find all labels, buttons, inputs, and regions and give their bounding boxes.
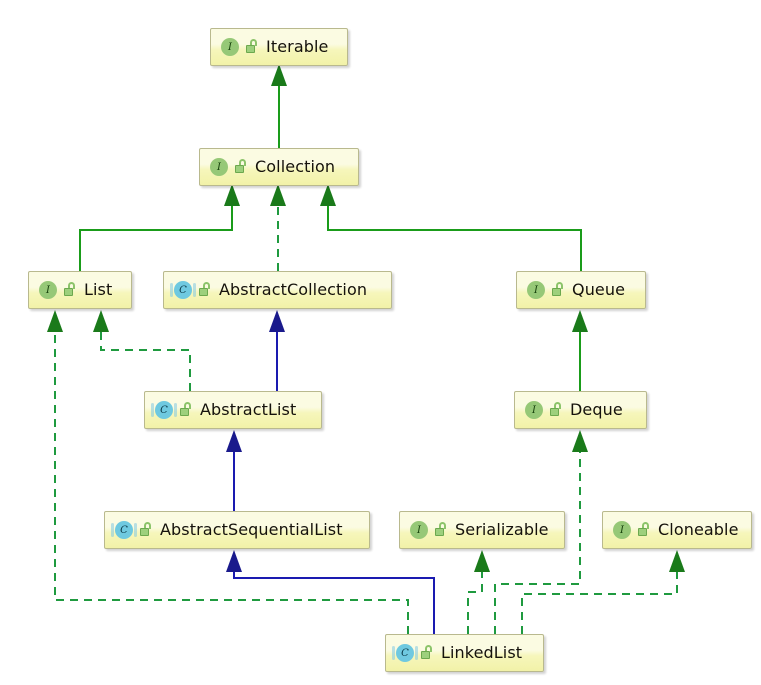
edge-deque-queue[interactable] xyxy=(572,310,588,391)
edge-linkedlist-list[interactable] xyxy=(47,310,409,634)
interface-icon: I xyxy=(526,280,546,300)
unlocked-padlock-icon xyxy=(198,282,212,298)
unlocked-padlock-icon xyxy=(63,282,77,298)
unlocked-padlock-icon xyxy=(139,522,153,538)
interface-marker: I xyxy=(525,401,543,419)
interface-marker: I xyxy=(613,521,631,539)
edge-linkedlist-cloneable[interactable] xyxy=(521,550,685,634)
node-collection[interactable]: I Collection xyxy=(199,148,359,186)
interface-marker: I xyxy=(221,38,239,56)
unlocked-padlock-icon xyxy=(637,522,651,538)
node-abstractsequentiallist[interactable]: C AbstractSequentialList xyxy=(104,511,370,549)
unlocked-padlock-icon xyxy=(245,39,259,55)
node-cloneable[interactable]: I Cloneable xyxy=(602,511,752,549)
node-label: Collection xyxy=(255,157,336,176)
node-label: AbstractSequentialList xyxy=(160,520,343,539)
interface-marker: I xyxy=(527,281,545,299)
interface-marker: I xyxy=(410,521,428,539)
node-deque[interactable]: I Deque xyxy=(514,391,647,429)
node-label: LinkedList xyxy=(441,643,523,662)
interface-icon: I xyxy=(38,280,58,300)
class-marker: C xyxy=(111,521,137,539)
node-queue[interactable]: I Queue xyxy=(516,271,646,309)
interface-icon: I xyxy=(524,400,544,420)
interface-icon: I xyxy=(209,157,229,177)
node-label: AbstractList xyxy=(200,400,297,419)
class-icon: C xyxy=(392,643,418,663)
class-marker: C xyxy=(151,401,177,419)
edge-list-collection[interactable] xyxy=(79,184,240,271)
node-abstractlist[interactable]: C AbstractList xyxy=(144,391,322,429)
node-iterable[interactable]: I Iterable xyxy=(210,28,348,66)
unlocked-padlock-icon xyxy=(551,282,565,298)
class-marker: C xyxy=(392,644,418,662)
node-abstractcollection[interactable]: C AbstractCollection xyxy=(163,271,392,309)
node-linkedlist[interactable]: C LinkedList xyxy=(385,634,544,672)
edge-layer xyxy=(47,64,685,634)
unlocked-padlock-icon xyxy=(234,159,248,175)
node-serializable[interactable]: I Serializable xyxy=(399,511,565,549)
edge-abstractlist-list[interactable] xyxy=(93,310,191,391)
unlocked-padlock-icon xyxy=(420,645,434,661)
node-label: Cloneable xyxy=(658,520,739,539)
unlocked-padlock-icon xyxy=(549,402,563,418)
node-label: Serializable xyxy=(455,520,549,539)
node-list[interactable]: I List xyxy=(28,271,132,309)
class-icon: C xyxy=(151,400,177,420)
edge-queue-collection[interactable] xyxy=(320,184,582,271)
node-label: Deque xyxy=(570,400,623,419)
unlocked-padlock-icon xyxy=(179,402,193,418)
interface-icon: I xyxy=(612,520,632,540)
class-marker: C xyxy=(170,281,196,299)
class-icon: C xyxy=(170,280,196,300)
edge-abstractlist-abstractcollection[interactable] xyxy=(269,310,285,391)
interface-icon: I xyxy=(220,37,240,57)
interface-marker: I xyxy=(39,281,57,299)
node-label: AbstractCollection xyxy=(219,280,368,299)
node-label: Queue xyxy=(572,280,626,299)
edge-abstractsequentiallist-abstractlist[interactable] xyxy=(226,430,242,511)
node-label: Iterable xyxy=(266,37,329,56)
edge-linkedlist-abstractsequentiallist[interactable] xyxy=(226,550,435,634)
interface-marker: I xyxy=(210,158,228,176)
unlocked-padlock-icon xyxy=(434,522,448,538)
interface-icon: I xyxy=(409,520,429,540)
edge-collection-iterable[interactable] xyxy=(271,64,287,148)
class-icon: C xyxy=(111,520,137,540)
node-label: List xyxy=(84,280,113,299)
edge-abstractcollection-collection[interactable] xyxy=(270,184,286,271)
uml-class-hierarchy-diagram: I Iterable I Collection I List C Abstrac… xyxy=(0,0,761,685)
edge-linkedlist-serializable[interactable] xyxy=(467,550,490,634)
